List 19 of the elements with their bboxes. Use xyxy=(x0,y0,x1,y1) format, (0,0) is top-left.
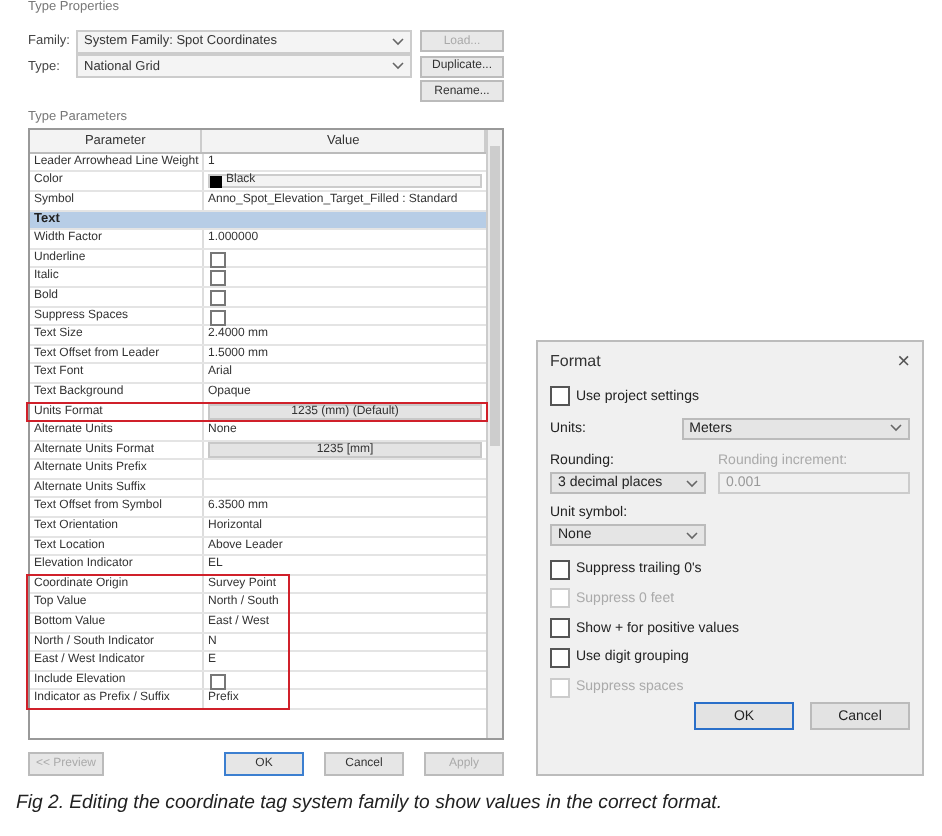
dropdown-caret-icon xyxy=(686,479,698,488)
close-icon[interactable]: × xyxy=(897,349,910,374)
scrollbar[interactable] xyxy=(486,129,502,739)
dropdown-caret-icon xyxy=(686,531,698,540)
dropdown-caret-icon xyxy=(890,424,902,433)
checkbox[interactable] xyxy=(550,647,570,668)
dropdown-caret-icon xyxy=(392,62,404,71)
checkbox[interactable] xyxy=(210,309,226,326)
checkbox[interactable] xyxy=(210,251,226,268)
checkbox[interactable] xyxy=(550,618,570,639)
checkbox[interactable] xyxy=(550,559,570,580)
checkbox[interactable] xyxy=(550,386,570,407)
figure-caption: Fig 2. Editing the coordinate tag system family to show values in the correct format. xyxy=(14,790,724,814)
dialog-title: Format xyxy=(550,352,601,371)
dropdown-caret-icon xyxy=(392,37,404,46)
checkbox[interactable] xyxy=(210,289,226,306)
checkbox[interactable] xyxy=(210,673,226,690)
checkbox[interactable] xyxy=(210,270,226,287)
color-swatch-icon xyxy=(210,175,222,188)
